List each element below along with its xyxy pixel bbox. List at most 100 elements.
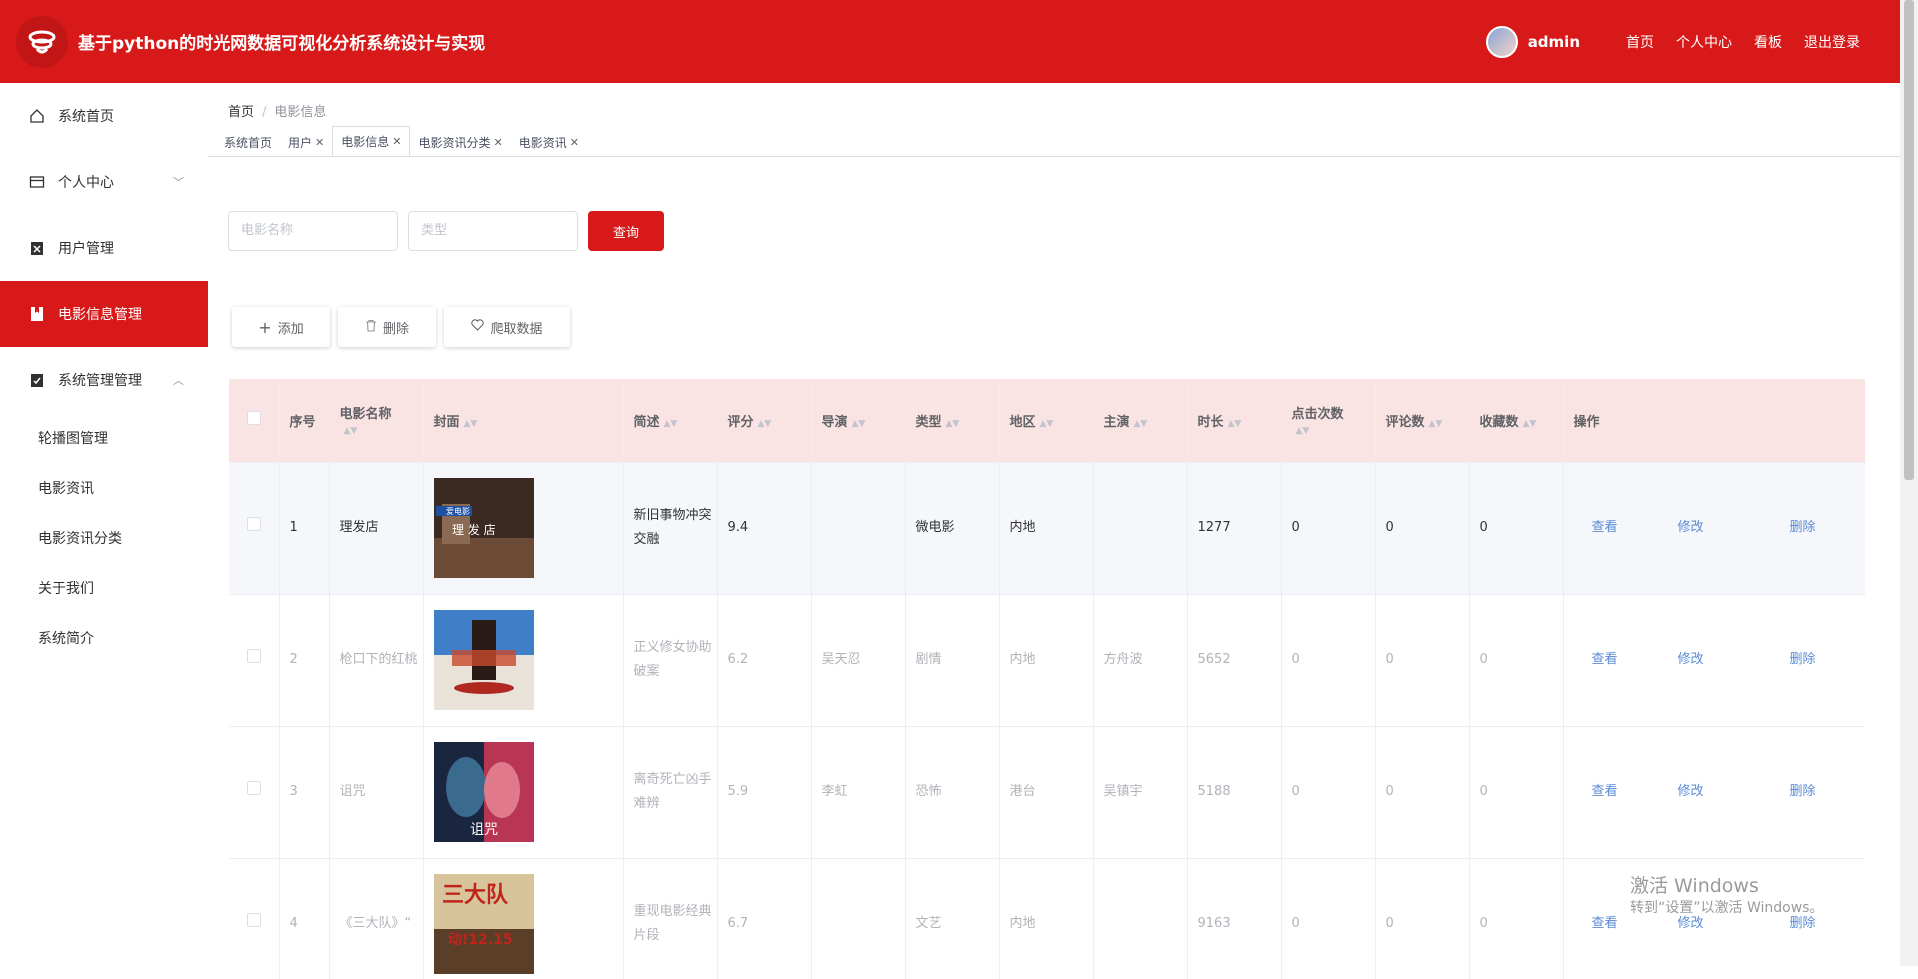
close-icon[interactable]: ✕	[494, 136, 503, 149]
tab-home[interactable]: 系统首页	[216, 128, 280, 156]
header-comments[interactable]: 评论数 ▲▼	[1375, 379, 1470, 463]
header-favorites[interactable]: 收藏数 ▲▼	[1469, 379, 1564, 463]
row-select[interactable]	[229, 726, 280, 859]
poster-title-text: 理 发 店	[452, 522, 496, 537]
delete-link[interactable]: 删除	[1790, 784, 1816, 799]
poster-title-text: 三大队	[442, 883, 509, 908]
crawl-data-button[interactable]: 爬取数据	[444, 307, 570, 347]
nav-logout[interactable]: 退出登录	[1804, 32, 1860, 52]
header-clicks[interactable]: 点击次数 ▲▼	[1281, 379, 1376, 463]
sort-icon[interactable]: ▲▼	[344, 426, 358, 436]
header-type[interactable]: 类型 ▲▼	[905, 379, 1000, 463]
avatar[interactable]	[1485, 25, 1518, 58]
table-row[interactable]: 1 理发店 爱电影 理 发 店 新旧事物冲突交融 9.4 微电影 内地 1277…	[229, 462, 1865, 595]
sort-icon[interactable]: ▲▼	[758, 419, 772, 429]
row-checkbox[interactable]	[246, 913, 261, 927]
row-select[interactable]	[229, 594, 280, 727]
scrollbar-thumb[interactable]	[1904, 0, 1914, 480]
header-actor[interactable]: 主演 ▲▼	[1093, 379, 1188, 463]
breadcrumb-home[interactable]: 首页	[228, 105, 254, 120]
sort-icon[interactable]: ▲▼	[464, 419, 478, 429]
select-all-checkbox[interactable]	[246, 411, 261, 426]
table-row[interactable]: 4 《三大队》“ 三大队 动!12.15 重现电影经典片段 6.7 文艺 内地 …	[229, 858, 1865, 979]
view-link[interactable]: 查看	[1592, 784, 1618, 799]
tab-label: 用户	[288, 135, 313, 150]
sort-icon[interactable]: ▲▼	[946, 419, 960, 429]
sidebar-item-system[interactable]: 系统管理管理 ︿	[0, 347, 208, 413]
tab-news-category[interactable]: 电影资讯分类 ✕	[410, 128, 510, 156]
header-select-all[interactable]	[229, 379, 280, 463]
table-row[interactable]: 3 诅咒 诅咒 离奇死亡凶手难辨 5.9 李虹 恐怖 港台 吴镇宇 5188 0…	[229, 726, 1865, 859]
view-link[interactable]: 查看	[1592, 520, 1618, 535]
header-name[interactable]: 电影名称 ▲▼	[329, 379, 424, 463]
page-scrollbar[interactable]	[1900, 0, 1918, 966]
cell-clicks: 0	[1281, 594, 1376, 727]
row-checkbox[interactable]	[246, 781, 261, 795]
movie-name-input[interactable]: 电影名称	[228, 211, 398, 251]
sort-icon[interactable]: ▲▼	[1429, 419, 1443, 429]
header-score[interactable]: 评分 ▲▼	[717, 379, 812, 463]
delete-link[interactable]: 删除	[1790, 652, 1816, 667]
sidebar-item-users[interactable]: 用户管理	[0, 215, 208, 281]
view-link[interactable]: 查看	[1592, 652, 1618, 667]
type-input[interactable]: 类型	[408, 211, 578, 251]
sidebar-subitem-intro[interactable]: 系统简介	[0, 613, 208, 663]
cell-region: 内地	[999, 858, 1094, 979]
poster-image: 三大队 动!12.15	[433, 874, 534, 974]
nav-profile[interactable]: 个人中心	[1676, 32, 1732, 52]
sidebar-subitem-news[interactable]: 电影资讯	[0, 463, 208, 513]
sort-icon[interactable]: ▲▼	[664, 419, 678, 429]
view-link[interactable]: 查看	[1592, 916, 1618, 931]
sidebar-item-home[interactable]: 系统首页	[0, 83, 208, 149]
tab-users[interactable]: 用户 ✕	[280, 128, 332, 156]
header-label: 主演	[1103, 414, 1130, 430]
breadcrumb-current: 电影信息	[274, 105, 327, 120]
row-checkbox[interactable]	[246, 649, 261, 663]
plus-icon: +	[258, 317, 272, 337]
header-label: 评分	[727, 414, 754, 430]
delete-button[interactable]: 删除	[338, 307, 436, 347]
close-icon[interactable]: ✕	[315, 136, 324, 149]
search-button[interactable]: 查询	[588, 211, 664, 251]
delete-link[interactable]: 删除	[1790, 520, 1816, 535]
row-select[interactable]	[229, 858, 280, 979]
edit-link[interactable]: 修改	[1678, 784, 1704, 799]
header-cover[interactable]: 封面 ▲▼	[423, 379, 624, 463]
sidebar-subitem-about[interactable]: 关于我们	[0, 563, 208, 613]
table-row[interactable]: 2 枪口下的红桃 正义修女协助破案 6.2 吴天忍 剧情 内地 方舟波 5652…	[229, 594, 1865, 727]
row-checkbox[interactable]	[246, 517, 261, 531]
close-icon[interactable]: ✕	[392, 135, 401, 148]
header-duration[interactable]: 时长 ▲▼	[1187, 379, 1282, 463]
cell-type: 文艺	[905, 858, 1000, 979]
close-icon[interactable]: ✕	[570, 136, 579, 149]
sidebar-subitem-carousel[interactable]: 轮播图管理	[0, 413, 208, 463]
add-button[interactable]: + 添加	[232, 307, 330, 347]
header-director[interactable]: 导演 ▲▼	[811, 379, 906, 463]
row-select[interactable]	[229, 462, 280, 595]
sort-icon[interactable]: ▲▼	[1228, 419, 1242, 429]
sort-icon[interactable]: ▲▼	[1134, 419, 1148, 429]
cell-name: 枪口下的红桃	[329, 594, 424, 727]
sort-icon[interactable]: ▲▼	[1040, 419, 1054, 429]
nav-home[interactable]: 首页	[1626, 32, 1654, 52]
tab-label: 电影信息	[341, 134, 390, 149]
nav-dashboard[interactable]: 看板	[1754, 32, 1782, 52]
watermark-line-1: 激活 Windows	[1630, 875, 1759, 897]
header-region[interactable]: 地区 ▲▼	[999, 379, 1094, 463]
sort-icon[interactable]: ▲▼	[1523, 419, 1537, 429]
sort-icon[interactable]: ▲▼	[852, 419, 866, 429]
edit-link[interactable]: 修改	[1678, 652, 1704, 667]
sidebar-item-profile[interactable]: 个人中心 ﹀	[0, 149, 208, 215]
cell-summary: 新旧事物冲突交融	[623, 462, 718, 595]
cell-score: 6.7	[717, 858, 812, 979]
sidebar-item-label: 系统首页	[58, 109, 114, 125]
tab-news[interactable]: 电影资讯 ✕	[511, 128, 587, 156]
header-summary[interactable]: 简述 ▲▼	[623, 379, 718, 463]
sidebar-item-movie-info[interactable]: 电影信息管理	[0, 281, 208, 347]
tab-movie-info[interactable]: 电影信息 ✕	[332, 126, 411, 156]
cell-cover: 三大队 动!12.15	[423, 858, 624, 979]
edit-link[interactable]: 修改	[1678, 520, 1704, 535]
cell-operations: 查看 修改 删除	[1563, 462, 1865, 595]
sort-icon[interactable]: ▲▼	[1296, 426, 1310, 436]
sidebar-subitem-news-category[interactable]: 电影资讯分类	[0, 513, 208, 563]
